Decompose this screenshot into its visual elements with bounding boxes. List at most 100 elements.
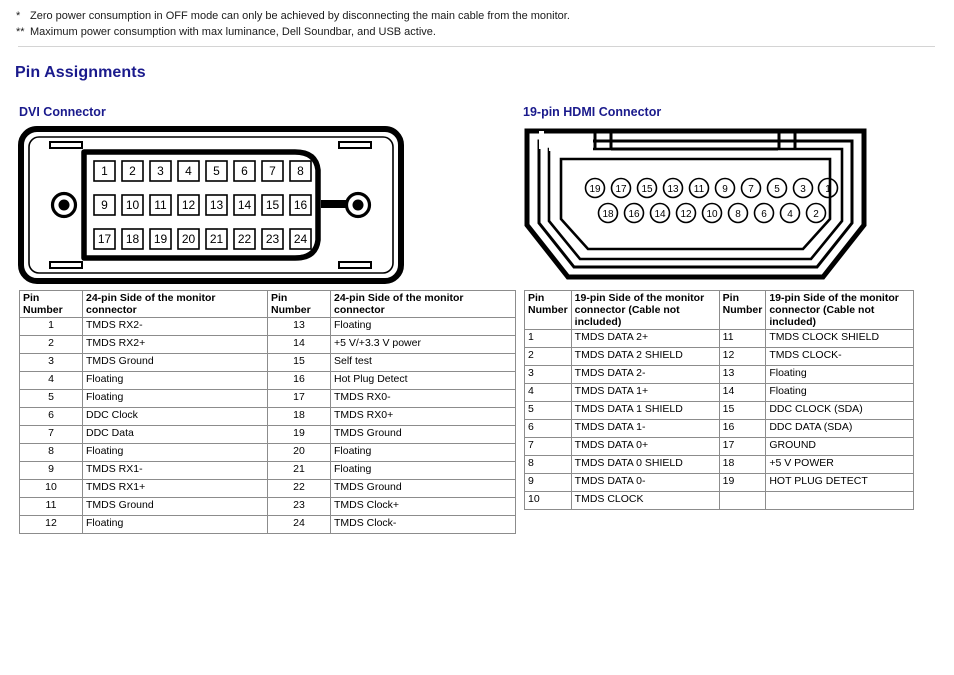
cell-pin-description <box>765 491 915 510</box>
svg-text:7: 7 <box>269 164 276 178</box>
cell-pin-description: +5 V/+3.3 V power <box>330 335 516 354</box>
cell-pin-description: DDC DATA (SDA) <box>765 419 915 438</box>
page-title: Pin Assignments <box>15 64 146 81</box>
cell-pin-description: TMDS Clock- <box>330 515 516 534</box>
cell-pin-number: 7 <box>524 437 572 456</box>
svg-text:3: 3 <box>800 184 806 195</box>
table-row: 5 Floating 17 TMDS RX0- <box>19 389 516 408</box>
cell-pin-number: 11 <box>19 497 83 516</box>
cell-pin-description: TMDS DATA 1- <box>570 419 720 438</box>
cell-pin-description: TMDS RX1- <box>82 461 268 480</box>
svg-text:8: 8 <box>735 209 741 220</box>
column-header-pin-number-right: Pin Number <box>267 290 331 318</box>
svg-text:2: 2 <box>129 164 136 178</box>
cell-pin-description: Floating <box>330 443 516 462</box>
cell-pin-description: TMDS Clock+ <box>330 497 516 516</box>
cell-pin-number: 9 <box>524 473 572 492</box>
cell-pin-description: DDC Data <box>82 425 268 444</box>
horizontal-divider <box>18 46 935 47</box>
cell-pin-description: TMDS DATA 1+ <box>570 383 720 402</box>
hdmi-pin-assignment-table: Pin Number 19-pin Side of the monitor co… <box>524 290 915 510</box>
cell-pin-number: 4 <box>524 383 572 402</box>
hdmi-connector-diagram: 19 17 15 13 11 9 7 5 3 1 18 16 14 12 10 … <box>523 127 868 285</box>
svg-text:12: 12 <box>182 198 196 212</box>
cell-pin-number: 12 <box>19 515 83 534</box>
dvi-pin-assignment-table: Pin Number 24-pin Side of the monitor co… <box>19 290 516 534</box>
cell-pin-number: 8 <box>19 443 83 462</box>
cell-pin-description: TMDS RX1+ <box>82 479 268 498</box>
cell-pin-description: TMDS DATA 2- <box>570 365 720 384</box>
table-row: 4 TMDS DATA 1+ 14 Floating <box>524 383 915 402</box>
svg-text:18: 18 <box>126 232 140 246</box>
cell-pin-number: 14 <box>718 383 767 402</box>
svg-text:1: 1 <box>825 184 831 195</box>
footnote-marker: ** <box>16 26 25 38</box>
cell-pin-description: Floating <box>82 371 268 390</box>
cell-pin-number: 15 <box>267 353 331 372</box>
cell-pin-description: DDC CLOCK (SDA) <box>765 401 915 420</box>
footnote-text: Maximum power consumption with max lumin… <box>30 26 436 38</box>
svg-text:23: 23 <box>266 232 280 246</box>
cell-pin-number: 14 <box>267 335 331 354</box>
svg-text:11: 11 <box>694 184 705 195</box>
svg-text:21: 21 <box>210 232 224 246</box>
svg-text:13: 13 <box>667 184 679 195</box>
cell-pin-number: 3 <box>19 353 83 372</box>
cell-pin-number: 17 <box>718 437 767 456</box>
hdmi-table-body: 1 TMDS DATA 2+ 11 TMDS CLOCK SHIELD 2 TMDS DA… <box>524 329 915 510</box>
cell-pin-description: GROUND <box>765 437 915 456</box>
svg-text:15: 15 <box>266 198 280 212</box>
cell-pin-description: TMDS CLOCK <box>570 491 720 510</box>
svg-text:11: 11 <box>154 198 167 212</box>
cell-pin-description: Floating <box>82 389 268 408</box>
cell-pin-number: 4 <box>19 371 83 390</box>
column-header-pin-number-left: Pin Number <box>524 290 572 330</box>
cell-pin-number: 7 <box>19 425 83 444</box>
cell-pin-number: 20 <box>267 443 331 462</box>
column-header-pin-number-right: Pin Number <box>718 290 767 330</box>
svg-text:10: 10 <box>126 198 140 212</box>
cell-pin-number: 16 <box>267 371 331 390</box>
cell-pin-number: 22 <box>267 479 331 498</box>
table-row: 9 TMDS DATA 0- 19 HOT PLUG DETECT <box>524 473 915 492</box>
svg-text:4: 4 <box>787 209 793 220</box>
table-row: 8 TMDS DATA 0 SHIELD 18 +5 V POWER <box>524 455 915 474</box>
svg-text:14: 14 <box>654 209 666 220</box>
svg-text:14: 14 <box>238 198 252 212</box>
cell-pin-number: 6 <box>19 407 83 426</box>
table-row: 3 TMDS Ground 15 Self test <box>19 353 516 372</box>
footnote-item: ** Maximum power consumption with max lum… <box>16 24 936 40</box>
table-row: 4 Floating 16 Hot Plug Detect <box>19 371 516 390</box>
table-row: 2 TMDS RX2+ 14 +5 V/+3.3 V power <box>19 335 516 354</box>
cell-pin-description: HOT PLUG DETECT <box>765 473 915 492</box>
cell-pin-number: 5 <box>19 389 83 408</box>
cell-pin-number: 17 <box>267 389 331 408</box>
svg-text:12: 12 <box>680 209 692 220</box>
svg-text:17: 17 <box>615 184 627 195</box>
cell-pin-number: 21 <box>267 461 331 480</box>
footnotes-block: * Zero power consumption in OFF mode can … <box>16 8 936 40</box>
cell-pin-description: Self test <box>330 353 516 372</box>
column-header-side-right: 24-pin Side of the monitor connector <box>330 290 516 318</box>
cell-pin-description: Floating <box>330 317 516 336</box>
svg-text:20: 20 <box>182 232 196 246</box>
table-row: 6 DDC Clock 18 TMDS RX0+ <box>19 407 516 426</box>
cell-pin-number: 23 <box>267 497 331 516</box>
svg-text:1: 1 <box>101 164 108 178</box>
svg-text:9: 9 <box>101 198 108 212</box>
cell-pin-number: 6 <box>524 419 572 438</box>
cell-pin-number: 1 <box>524 329 572 348</box>
table-row: 2 TMDS DATA 2 SHIELD 12 TMDS CLOCK- <box>524 347 915 366</box>
table-row: 10 TMDS RX1+ 22 TMDS Ground <box>19 479 516 498</box>
svg-text:15: 15 <box>641 184 653 195</box>
svg-text:7: 7 <box>748 184 754 195</box>
cell-pin-number: 2 <box>19 335 83 354</box>
svg-text:5: 5 <box>774 184 780 195</box>
cell-pin-number: 18 <box>267 407 331 426</box>
cell-pin-description: TMDS RX2- <box>82 317 268 336</box>
footnote-item: * Zero power consumption in OFF mode can … <box>16 8 936 24</box>
cell-pin-number: 16 <box>718 419 767 438</box>
table-row: 1 TMDS DATA 2+ 11 TMDS CLOCK SHIELD <box>524 329 915 348</box>
cell-pin-description: TMDS DATA 2 SHIELD <box>570 347 720 366</box>
cell-pin-description: TMDS Ground <box>330 479 516 498</box>
